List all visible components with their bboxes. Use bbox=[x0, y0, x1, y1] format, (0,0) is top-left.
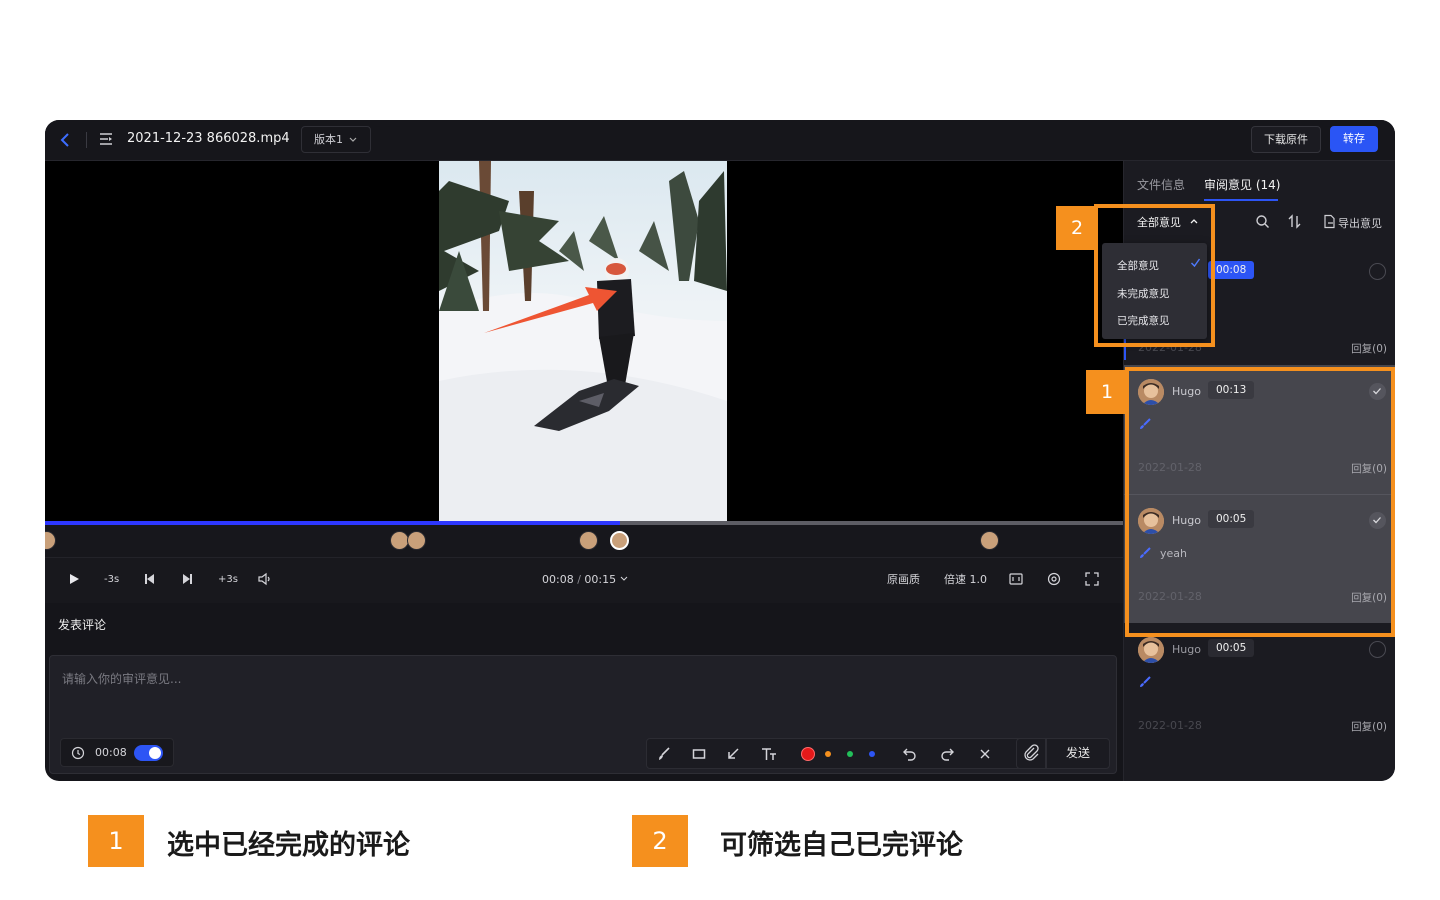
highlight-completed-comments bbox=[1125, 367, 1395, 637]
list-icon[interactable] bbox=[99, 131, 113, 147]
divider bbox=[86, 132, 87, 148]
comment-marker[interactable] bbox=[579, 531, 598, 550]
redo-icon[interactable] bbox=[939, 746, 955, 762]
rewind-3s-button[interactable]: -3s bbox=[104, 572, 119, 588]
comment-date: 2022-01-28 bbox=[1138, 719, 1202, 732]
comment-input[interactable]: 请输入你的审评意见... bbox=[62, 670, 181, 687]
attach-button[interactable] bbox=[1016, 738, 1046, 769]
undo-icon[interactable] bbox=[902, 746, 918, 762]
comment-author: Hugo bbox=[1172, 643, 1201, 656]
callout-badge-2: 2 bbox=[1056, 206, 1098, 250]
brush-annotation-icon bbox=[1138, 675, 1152, 689]
comment-marker-active[interactable] bbox=[610, 531, 629, 550]
time-separator: / bbox=[577, 573, 581, 586]
reply-button[interactable]: 回复(0) bbox=[1351, 719, 1387, 734]
top-bar: 2021-12-23 866028.mp4 版本1 下载原件 转存 bbox=[45, 120, 1395, 161]
export-comments-button[interactable]: 导出意见 bbox=[1338, 215, 1382, 231]
legend-text-1: 选中已经完成的评论 bbox=[167, 830, 410, 861]
duration: 00:15 bbox=[584, 573, 617, 586]
sort-icon[interactable] bbox=[1287, 214, 1302, 229]
timestamp-toggle[interactable] bbox=[134, 745, 163, 761]
step-back-icon[interactable] bbox=[142, 571, 158, 587]
brush-icon[interactable] bbox=[656, 746, 672, 762]
legend-badge-2: 2 bbox=[632, 815, 688, 867]
comment-marker[interactable] bbox=[45, 531, 56, 550]
text-icon[interactable] bbox=[761, 746, 777, 762]
search-icon[interactable] bbox=[1255, 214, 1270, 229]
back-arrow-icon[interactable] bbox=[59, 130, 75, 150]
color-orange[interactable] bbox=[825, 751, 831, 757]
arrow-icon[interactable] bbox=[725, 746, 741, 762]
current-time: 00:08 bbox=[542, 573, 574, 586]
comment-card[interactable]: Hugo 00:05 2022-01-28 回复(0) bbox=[1124, 623, 1395, 752]
save-copy-button[interactable]: 转存 bbox=[1330, 126, 1378, 152]
timestamp-value: 00:08 bbox=[95, 746, 127, 759]
highlight-filter bbox=[1094, 204, 1215, 347]
fullscreen-icon[interactable] bbox=[1084, 571, 1100, 587]
comment-heading: 发表评论 bbox=[58, 618, 107, 632]
time-display[interactable]: 00:08 / 00:15 bbox=[542, 573, 628, 586]
clock-icon bbox=[71, 746, 85, 760]
color-blue[interactable] bbox=[869, 751, 875, 757]
quality-select[interactable]: 原画质 bbox=[887, 572, 920, 588]
aspect-icon[interactable] bbox=[1008, 571, 1024, 587]
comment-input-box[interactable]: 请输入你的审评意见... 00:08 发送 bbox=[49, 655, 1117, 774]
comment-timestamp[interactable]: 00:05 bbox=[1208, 639, 1255, 657]
file-title: 2021-12-23 866028.mp4 bbox=[127, 131, 290, 146]
panel-tabs: 文件信息 审阅意见 (14) bbox=[1124, 161, 1395, 203]
comment-marker[interactable] bbox=[407, 531, 426, 550]
chevron-down-icon bbox=[348, 127, 358, 152]
color-red[interactable] bbox=[801, 747, 815, 761]
active-tab-indicator bbox=[1204, 199, 1278, 201]
send-button[interactable]: 发送 bbox=[1046, 738, 1110, 769]
callout-badge-1: 1 bbox=[1086, 370, 1128, 414]
volume-icon[interactable] bbox=[257, 571, 273, 587]
avatar bbox=[1138, 637, 1164, 663]
rectangle-icon[interactable] bbox=[691, 746, 707, 762]
comment-marker-row bbox=[45, 525, 1123, 557]
settings-icon[interactable] bbox=[1046, 571, 1062, 587]
version-select[interactable]: 版本1 bbox=[301, 126, 371, 153]
forward-3s-button[interactable]: +3s bbox=[218, 572, 238, 588]
player-controls: -3s +3s 00:08 / 00:15 原画质 倍速 1.0 bbox=[45, 557, 1123, 603]
complete-toggle-icon[interactable] bbox=[1369, 641, 1386, 658]
timestamp-chip: 00:08 bbox=[60, 738, 174, 767]
color-green[interactable] bbox=[847, 751, 853, 757]
play-icon[interactable] bbox=[66, 571, 82, 587]
comment-marker[interactable] bbox=[980, 531, 999, 550]
comment-body bbox=[1138, 675, 1160, 689]
tab-file-info[interactable]: 文件信息 bbox=[1137, 176, 1185, 193]
comment-section-header: 发表评论 bbox=[45, 603, 1123, 648]
step-forward-icon[interactable] bbox=[179, 571, 195, 587]
legend-badge-1: 1 bbox=[88, 815, 144, 867]
download-original-button[interactable]: 下载原件 bbox=[1251, 126, 1321, 153]
complete-toggle-icon[interactable] bbox=[1369, 263, 1386, 280]
tab-review-comments[interactable]: 审阅意见 (14) bbox=[1204, 176, 1280, 193]
version-label: 版本1 bbox=[314, 133, 343, 146]
video-player[interactable] bbox=[45, 161, 1123, 522]
video-frame bbox=[439, 161, 727, 522]
clear-icon[interactable] bbox=[977, 746, 993, 762]
speed-select[interactable]: 倍速 1.0 bbox=[944, 572, 987, 588]
legend-text-2: 可筛选自己已完评论 bbox=[720, 830, 963, 861]
annotation-toolbar bbox=[646, 738, 1044, 769]
reply-button[interactable]: 回复(0) bbox=[1351, 341, 1387, 356]
export-icon[interactable] bbox=[1322, 214, 1337, 229]
